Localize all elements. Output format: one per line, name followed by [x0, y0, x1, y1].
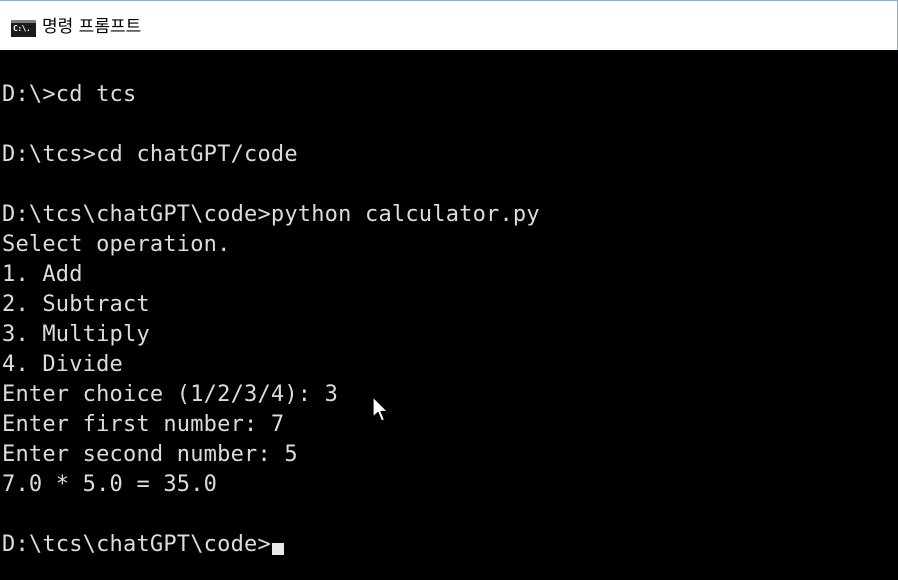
console-line: Enter choice (1/2/3/4): 3: [2, 382, 339, 407]
active-prompt[interactable]: D:\tcs\chatGPT\code>: [2, 530, 284, 560]
console-line: 4. Divide: [2, 352, 124, 377]
console-line: Enter second number: 5: [2, 442, 298, 467]
console-line: 3. Multiply: [2, 322, 150, 347]
console-line: Enter first number: 7: [2, 412, 285, 437]
text-cursor: [271, 543, 284, 555]
console-line: D:\tcs\chatGPT\code>python calculator.py: [2, 202, 540, 227]
cmd-window-icon[interactable]: C:\.: [11, 20, 36, 37]
window-title: 명령 프롬프트: [42, 17, 142, 37]
console-lines: D:\>cd tcs D:\tcs>cd chatGPT/code D:\tcs…: [2, 80, 540, 530]
console-output-area[interactable]: D:\>cd tcs D:\tcs>cd chatGPT/code D:\tcs…: [0, 50, 898, 580]
console-line: 1. Add: [2, 262, 83, 287]
prompt-text: D:\tcs\chatGPT\code>: [2, 532, 271, 557]
title-bar[interactable]: C:\. 명령 프롬프트: [0, 0, 898, 50]
console-line: Select operation.: [2, 232, 231, 257]
console-line: D:\>cd tcs: [2, 82, 137, 107]
command-prompt-window: C:\. 명령 프롬프트 D:\>cd tcs D:\tcs>cd chatGP…: [0, 0, 898, 580]
cmd-icon-glyph: C:\.: [13, 24, 31, 33]
console-line: D:\tcs>cd chatGPT/code: [2, 142, 298, 167]
mouse-arrow-pointer: [372, 396, 389, 422]
console-line: 7.0 * 5.0 = 35.0: [2, 472, 218, 497]
console-line: 2. Subtract: [2, 292, 150, 317]
